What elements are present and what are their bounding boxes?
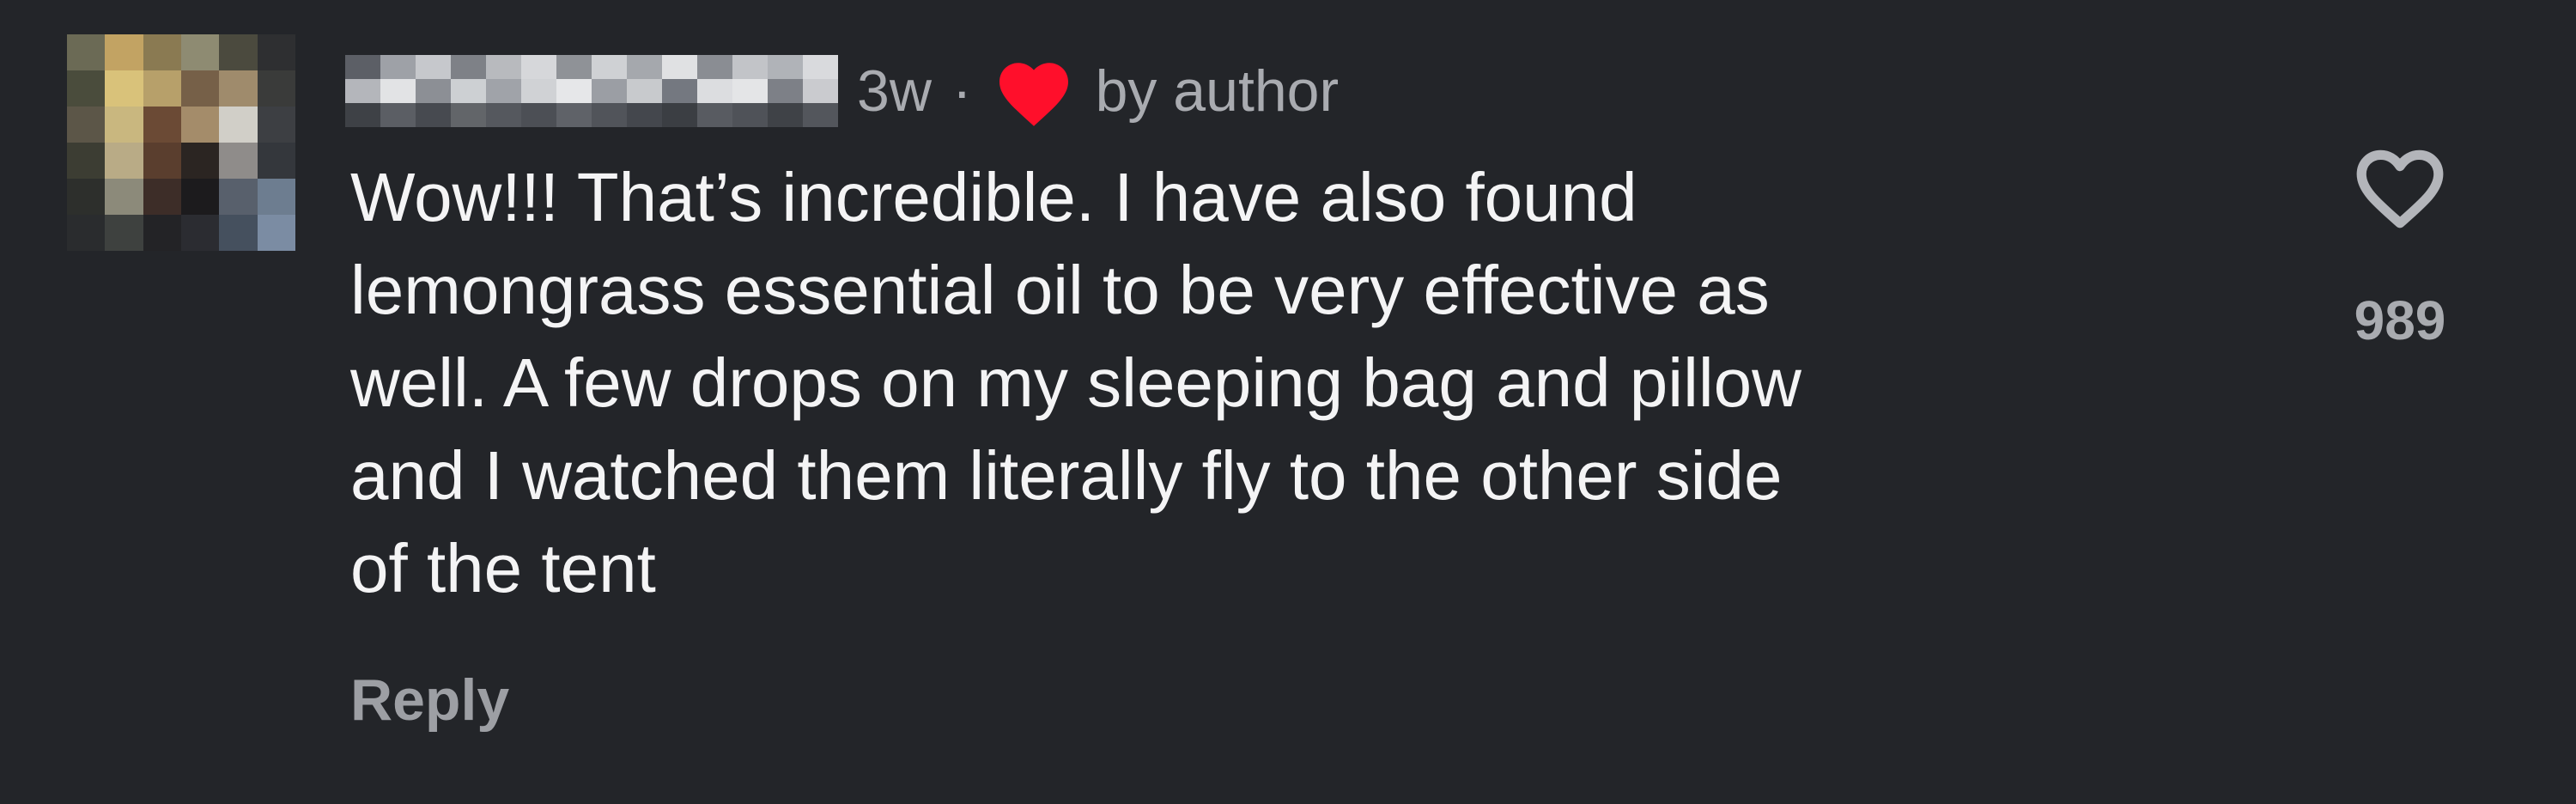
liked-by-author-label: by author <box>1095 58 1340 124</box>
timestamp: 3w <box>857 58 932 124</box>
reply-button[interactable]: Reply <box>350 667 509 734</box>
meta-separator: · <box>951 58 972 124</box>
comment: 3w · by author Wow!!! That’s incredible.… <box>0 0 2576 804</box>
like-count: 989 <box>2354 289 2446 351</box>
heart-outline-icon[interactable] <box>2346 137 2454 234</box>
heart-filled-icon <box>993 53 1075 129</box>
username[interactable] <box>345 55 838 127</box>
comment-body: Wow!!! That’s incredible. I have also fo… <box>350 159 1801 606</box>
avatar[interactable] <box>67 34 295 251</box>
comment-meta: 3w · by author <box>857 52 1339 131</box>
